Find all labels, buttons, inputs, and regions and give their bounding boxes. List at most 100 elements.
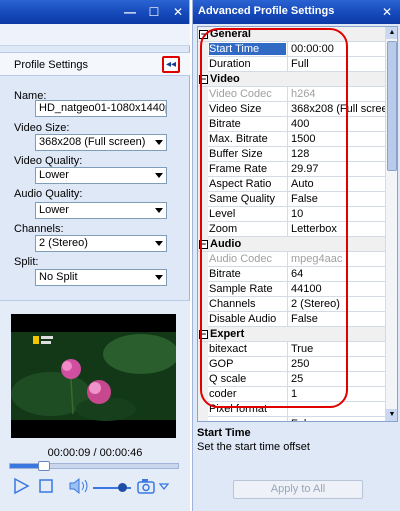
close-icon[interactable]: ✕ <box>379 4 395 20</box>
property-value[interactable]: Auto <box>291 178 386 190</box>
property-value[interactable]: False <box>291 418 386 421</box>
stop-icon[interactable] <box>38 477 54 495</box>
grid-row[interactable]: Zoom Letterbox <box>198 222 386 237</box>
seek-handle[interactable] <box>38 461 50 471</box>
video-quality-select[interactable]: Lower <box>35 167 167 184</box>
column-divider <box>287 42 288 57</box>
grid-row[interactable]: bitexact True <box>198 342 386 357</box>
collapse-icon[interactable]: − <box>199 30 208 39</box>
video-size-select[interactable]: 368x208 (Full screen) <box>35 134 167 151</box>
grid-row[interactable]: Video Codec h264 <box>198 87 386 102</box>
grid-row[interactable]: Video Size 368x208 (Full screen) <box>198 102 386 117</box>
property-value[interactable]: mpeg4aac <box>291 253 386 265</box>
row-gutter <box>198 117 208 132</box>
property-value[interactable]: 64 <box>291 268 386 280</box>
grid-row[interactable]: Buffer Size 128 <box>198 147 386 162</box>
row-gutter <box>198 102 208 117</box>
grid-scrollbar[interactable]: ▲ ▼ <box>385 27 397 421</box>
collapse-icon[interactable]: − <box>199 75 208 84</box>
property-value[interactable]: 29.97 <box>291 163 386 175</box>
property-name: Zoom <box>209 223 238 235</box>
column-divider <box>287 132 288 147</box>
property-name: bitexact <box>209 343 247 355</box>
column-divider <box>287 282 288 297</box>
seek-bar[interactable] <box>9 461 179 471</box>
property-value[interactable]: 400 <box>291 118 386 130</box>
grid-category-video[interactable]: − Video <box>198 72 386 87</box>
column-divider <box>287 402 288 417</box>
property-name: Start Time <box>209 43 286 55</box>
grid-row[interactable]: Start Time 00:00:00 <box>198 42 386 57</box>
column-divider <box>287 267 288 282</box>
column-divider <box>287 222 288 237</box>
property-value[interactable]: False <box>291 313 386 325</box>
grid-row[interactable]: Frame Rate 29.97 <box>198 162 386 177</box>
left-toolbar-strip <box>0 24 190 46</box>
play-icon[interactable] <box>12 477 30 495</box>
category-label: Video <box>210 73 240 85</box>
channels-select[interactable]: 2 (Stereo) <box>35 235 167 252</box>
property-value[interactable]: 2 (Stereo) <box>291 298 386 310</box>
advanced-settings-panel: Advanced Profile Settings ✕ − General Star… <box>192 0 400 511</box>
grid-row[interactable]: Sample Rate 44100 <box>198 282 386 297</box>
property-value[interactable]: 368x208 (Full screen) <box>291 103 386 115</box>
property-value[interactable]: True <box>291 343 386 355</box>
column-divider <box>287 417 288 421</box>
name-field[interactable]: HD_natgeo01-1080x1440p <box>35 100 167 117</box>
row-gutter <box>198 132 208 147</box>
property-value[interactable]: False <box>291 193 386 205</box>
grid-row[interactable]: coder 1 <box>198 387 386 402</box>
grid-row[interactable]: Same Quality False <box>198 192 386 207</box>
scroll-down-icon[interactable]: ▼ <box>386 409 397 421</box>
grid-row[interactable]: cmp False <box>198 417 386 421</box>
property-value[interactable]: 1 <box>291 388 386 400</box>
column-divider <box>287 177 288 192</box>
column-divider <box>287 387 288 402</box>
property-value[interactable]: 10 <box>291 208 386 220</box>
volume-handle[interactable] <box>118 483 127 492</box>
scroll-thumb[interactable] <box>387 41 397 171</box>
grid-row[interactable]: Aspect Ratio Auto <box>198 177 386 192</box>
grid-row[interactable]: Level 10 <box>198 207 386 222</box>
apply-to-all-button[interactable]: Apply to All <box>233 480 363 499</box>
grid-row[interactable]: Audio Codec mpeg4aac <box>198 252 386 267</box>
grid-row[interactable]: Bitrate 400 <box>198 117 386 132</box>
property-value[interactable]: h264 <box>291 88 386 100</box>
property-value[interactable]: 44100 <box>291 283 386 295</box>
grid-category-general[interactable]: − General <box>198 27 386 42</box>
property-value[interactable]: 128 <box>291 148 386 160</box>
grid-row[interactable]: Q scale 25 <box>198 372 386 387</box>
property-name: Level <box>209 208 236 220</box>
collapse-icon[interactable]: − <box>199 240 208 249</box>
grid-row[interactable]: Channels 2 (Stereo) <box>198 297 386 312</box>
property-value[interactable]: 00:00:00 <box>291 43 386 55</box>
grid-row[interactable]: Max. Bitrate 1500 <box>198 132 386 147</box>
grid-row[interactable]: Pixel format <box>198 402 386 417</box>
volume-icon[interactable] <box>68 477 90 495</box>
property-value[interactable]: Full <box>291 58 386 70</box>
property-value[interactable]: 250 <box>291 358 386 370</box>
property-grid: − General Start Time 00:00:00 Duration Full − V… <box>197 26 398 422</box>
grid-row[interactable]: Duration Full <box>198 57 386 72</box>
row-gutter <box>198 192 208 207</box>
grid-row[interactable]: Bitrate 64 <box>198 267 386 282</box>
property-name: GOP <box>209 358 234 370</box>
collapse-panel-button[interactable]: ◂◂ <box>162 56 180 73</box>
grid-category-expert[interactable]: − Expert <box>198 327 386 342</box>
property-value[interactable]: 1500 <box>291 133 386 145</box>
audio-quality-select[interactable]: Lower <box>35 202 167 219</box>
scroll-up-icon[interactable]: ▲ <box>386 27 397 39</box>
split-select[interactable]: No Split <box>35 269 167 286</box>
property-value[interactable]: Letterbox <box>291 223 386 235</box>
maximize-icon[interactable]: ☐ <box>146 4 162 20</box>
grid-category-audio[interactable]: − Audio <box>198 237 386 252</box>
minimize-icon[interactable]: — <box>122 4 138 20</box>
grid-row[interactable]: GOP 250 <box>198 357 386 372</box>
camera-icon[interactable] <box>136 477 156 495</box>
close-icon[interactable]: ✕ <box>170 4 186 20</box>
collapse-icon[interactable]: − <box>199 330 208 339</box>
grid-row[interactable]: Disable Audio False <box>198 312 386 327</box>
column-divider <box>287 342 288 357</box>
property-value[interactable]: 25 <box>291 373 386 385</box>
chevron-down-icon[interactable] <box>158 477 170 495</box>
